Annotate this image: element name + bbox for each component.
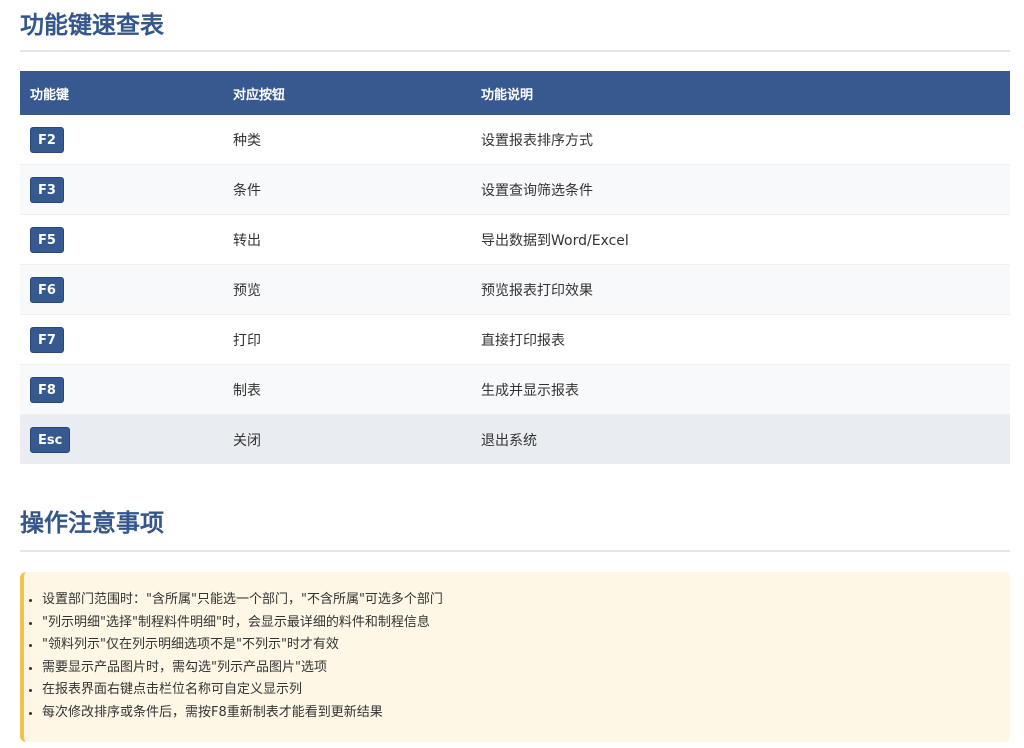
notes-box: 设置部门范围时："含所属"只能选一个部门，"不含所属"可选多个部门 "列示明细"… bbox=[20, 571, 1010, 743]
notes-list: 设置部门范围时："含所属"只能选一个部门，"不含所属"可选多个部门 "列示明细"… bbox=[24, 589, 1010, 725]
column-header-key: 功能键 bbox=[20, 71, 223, 115]
description-cell: 生成并显示报表 bbox=[471, 364, 1010, 415]
key-badge: F8 bbox=[30, 376, 64, 403]
note-item: 在报表界面右键点击栏位名称可自定义显示列 bbox=[42, 679, 1010, 702]
table-row: F8 制表 生成并显示报表 bbox=[20, 364, 1010, 415]
key-badge: F2 bbox=[30, 126, 64, 153]
table-row: F7 打印 直接打印报表 bbox=[20, 314, 1010, 365]
button-cell: 打印 bbox=[223, 314, 471, 365]
note-item: 每次修改排序或条件后，需按F8重新制表才能看到更新结果 bbox=[42, 702, 1010, 725]
key-cell: F8 bbox=[20, 364, 223, 415]
key-badge: F3 bbox=[30, 176, 64, 203]
function-key-table: 功能键 对应按钮 功能说明 F2 种类 设置报表排序方式 F3 条件 设置查询筛… bbox=[20, 71, 1010, 464]
table-header-row: 功能键 对应按钮 功能说明 bbox=[20, 71, 1010, 115]
note-item: "列示明细"选择"制程料件明细"时，会显示最详细的料件和制程信息 bbox=[42, 612, 1010, 635]
note-item: 设置部门范围时："含所属"只能选一个部门，"不含所属"可选多个部门 bbox=[42, 589, 1010, 612]
button-cell: 关闭 bbox=[223, 414, 471, 464]
table-row: F6 预览 预览报表打印效果 bbox=[20, 264, 1010, 315]
table-row: F2 种类 设置报表排序方式 bbox=[20, 115, 1010, 165]
key-badge: F6 bbox=[30, 276, 64, 303]
button-cell: 制表 bbox=[223, 364, 471, 415]
key-badge: F5 bbox=[30, 226, 64, 253]
note-item: 需要显示产品图片时，需勾选"列示产品图片"选项 bbox=[42, 657, 1010, 680]
key-badge: Esc bbox=[30, 426, 71, 453]
page-title: 功能键速查表 bbox=[20, 0, 1010, 52]
key-badge: F7 bbox=[30, 326, 64, 353]
button-cell: 转出 bbox=[223, 214, 471, 265]
note-item: "领料列示"仅在列示明细选项不是"不列示"时才有效 bbox=[42, 634, 1010, 657]
description-cell: 导出数据到Word/Excel bbox=[471, 214, 1010, 265]
description-cell: 直接打印报表 bbox=[471, 314, 1010, 365]
table-row: F5 转出 导出数据到Word/Excel bbox=[20, 214, 1010, 265]
table-row: Esc 关闭 退出系统 bbox=[20, 414, 1010, 464]
description-cell: 设置查询筛选条件 bbox=[471, 164, 1010, 215]
key-cell: F7 bbox=[20, 314, 223, 365]
description-cell: 退出系统 bbox=[471, 414, 1010, 464]
key-cell: F3 bbox=[20, 164, 223, 215]
description-cell: 预览报表打印效果 bbox=[471, 264, 1010, 315]
button-cell: 条件 bbox=[223, 164, 471, 215]
key-cell: Esc bbox=[20, 414, 223, 464]
button-cell: 种类 bbox=[223, 115, 471, 165]
key-cell: F2 bbox=[20, 115, 223, 165]
column-header-description: 功能说明 bbox=[471, 71, 1010, 115]
key-cell: F5 bbox=[20, 214, 223, 265]
description-cell: 设置报表排序方式 bbox=[471, 115, 1010, 165]
column-header-button: 对应按钮 bbox=[223, 71, 471, 115]
key-cell: F6 bbox=[20, 264, 223, 315]
section-title: 操作注意事项 bbox=[20, 502, 1010, 552]
page-content: 功能键速查表 功能键 对应按钮 功能说明 F2 种类 设置报表排序方式 F3 条… bbox=[20, 0, 1010, 743]
button-cell: 预览 bbox=[223, 264, 471, 315]
table-row: F3 条件 设置查询筛选条件 bbox=[20, 164, 1010, 215]
